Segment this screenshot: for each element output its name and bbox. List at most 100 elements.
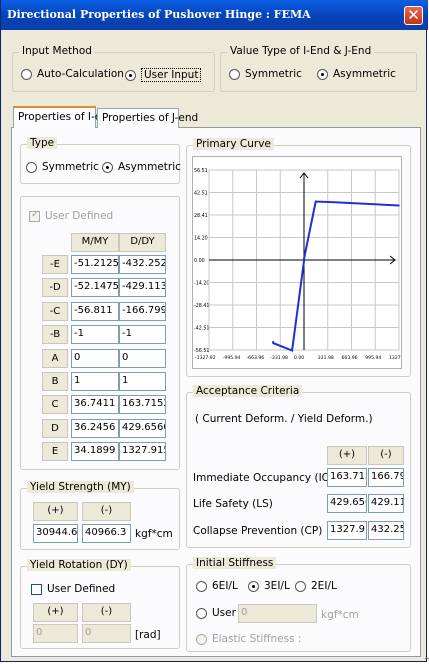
- acceptance-pos-input[interactable]: 1327.9150: [327, 521, 367, 540]
- radio-6ei-l[interactable]: 6EI/L: [196, 580, 238, 592]
- series-point: [272, 340, 274, 343]
- radio-button-selected-icon[interactable]: [248, 580, 259, 592]
- point-row-label: -C: [42, 302, 68, 321]
- y-tick-label: -14.20: [194, 281, 209, 287]
- x-tick-label: 663.96: [342, 355, 358, 361]
- user-defined-checkbox-row[interactable]: User Defined: [29, 209, 114, 222]
- point-d-dy-input[interactable]: 1327.9150: [119, 442, 166, 461]
- acceptance-pos-input[interactable]: 163.71520: [327, 468, 367, 487]
- point-d-dy-input[interactable]: 0: [119, 349, 166, 368]
- point-m-my-input[interactable]: 36.2456: [71, 419, 119, 438]
- point-row-label: -E: [42, 255, 68, 274]
- yield-strength-pos-header: (+): [33, 502, 78, 521]
- series-point: [398, 204, 400, 207]
- radio-button-icon[interactable]: [196, 580, 207, 592]
- type-group: Type Symmetric Asymmetric: [20, 137, 181, 184]
- point-d-dy-input[interactable]: 429.65601: [119, 419, 166, 438]
- point-row-label: A: [42, 349, 68, 368]
- radio-button-icon[interactable]: [229, 68, 240, 80]
- y-tick-label: 28.41: [194, 213, 208, 219]
- acceptance-neg-input[interactable]: 432.25243: [368, 521, 404, 540]
- radio-label: Symmetric: [42, 161, 99, 173]
- radio-auto-calculation[interactable]: Auto-Calculation: [21, 68, 124, 80]
- x-tick-label: 331.98: [318, 355, 334, 361]
- point-m-my-input[interactable]: 0: [71, 349, 119, 368]
- yield-strength-unit: kgf*cm: [135, 528, 173, 540]
- point-m-my-input[interactable]: 36.7411: [71, 395, 119, 414]
- radio-label: Asymmetric: [118, 161, 181, 173]
- acceptance-row-label: Immediate Occupancy (IO): [193, 472, 335, 484]
- input-method-legend: Input Method: [19, 45, 95, 57]
- yield-rotation-pos-input[interactable]: 0: [33, 624, 78, 643]
- radio-label: Symmetric: [245, 68, 302, 80]
- tab-properties-j-end[interactable]: Properties of J-end: [97, 108, 198, 128]
- radio-elastic-stiffness[interactable]: Elastic Stiffness :: [196, 633, 301, 645]
- x-tick-label: -995.94: [223, 355, 241, 361]
- window-title: Directional Properties of Pushover Hinge…: [7, 8, 311, 21]
- point-d-dy-input[interactable]: -166.79919: [119, 302, 166, 321]
- series-line: [272, 200, 400, 352]
- primary-curve-chart: 56.51 42.51 28.41 14.20 0.00 -14.20 -28.41 -42.…: [192, 156, 408, 369]
- acceptance-row-label: Life Safety (LS): [193, 498, 273, 510]
- point-d-dy-input[interactable]: 163.71520: [119, 395, 166, 414]
- series-point: [272, 342, 275, 344]
- point-m-my-input[interactable]: 1: [71, 372, 119, 391]
- close-button[interactable]: ✕: [404, 6, 423, 25]
- dialog-window: Directional Properties of Pushover Hinge…: [0, 0, 428, 662]
- radio-button-icon[interactable]: [26, 161, 37, 173]
- y-tick-label: 0.00: [194, 258, 205, 264]
- y-tick-label: 14.20: [194, 236, 208, 242]
- yield-strength-neg-input[interactable]: 40966.3: [82, 524, 131, 543]
- point-d-dy-input[interactable]: -432.25243: [119, 255, 166, 274]
- radio-label: Auto-Calculation: [37, 68, 124, 80]
- radio-2ei-l[interactable]: 2EI/L: [295, 580, 337, 592]
- acceptance-pos-input[interactable]: 429.65601: [327, 494, 367, 513]
- radio-button-selected-icon[interactable]: [317, 68, 328, 80]
- point-d-dy-input[interactable]: 1: [119, 372, 166, 391]
- yield-strength-pos-input[interactable]: 30944.6: [33, 524, 78, 543]
- radio-button-icon[interactable]: [21, 68, 32, 80]
- radio-button-selected-icon[interactable]: [102, 161, 113, 173]
- radio-user-input[interactable]: User Input: [125, 68, 202, 82]
- point-row-label: -B: [42, 325, 68, 344]
- acceptance-pos-header: (+): [327, 446, 367, 465]
- radio-type-symmetric[interactable]: Symmetric: [26, 161, 99, 173]
- x-tick-label: 0.00: [294, 355, 304, 361]
- tab-properties-i-end[interactable]: Properties of I-end: [13, 106, 115, 128]
- series-point: [314, 200, 317, 203]
- point-d-dy-input[interactable]: -1: [119, 325, 166, 344]
- title-bar: Directional Properties of Pushover Hinge…: [1, 0, 428, 30]
- radio-symmetric[interactable]: Symmetric: [229, 68, 302, 80]
- acceptance-neg-input[interactable]: 166.79919: [368, 468, 404, 487]
- checkbox-icon[interactable]: [29, 209, 40, 222]
- checkbox-icon[interactable]: [31, 583, 42, 595]
- radio-type-asymmetric[interactable]: Asymmetric: [102, 161, 181, 173]
- user-stiffness-input[interactable]: 0: [238, 604, 317, 623]
- point-m-my-input[interactable]: -52.1475: [71, 278, 119, 297]
- point-m-my-input[interactable]: 34.1899: [71, 442, 119, 461]
- radio-label: User Input: [141, 68, 202, 82]
- series-point: [291, 349, 293, 352]
- input-method-group: Input Method Auto-Calculation User Input: [12, 45, 215, 92]
- point-m-my-input[interactable]: -51.2125: [71, 255, 119, 274]
- column-header-m-my: M/MY: [71, 233, 119, 252]
- radio-button-icon[interactable]: [295, 580, 306, 592]
- acceptance-neg-input[interactable]: 429.11381: [368, 494, 404, 513]
- point-m-my-input[interactable]: -56.811: [71, 302, 119, 321]
- radio-label: Elastic Stiffness :: [212, 633, 302, 645]
- yield-rotation-user-defined-row[interactable]: User Defined: [31, 583, 115, 595]
- radio-asymmetric[interactable]: Asymmetric: [317, 68, 396, 80]
- radio-button-icon[interactable]: [196, 607, 207, 619]
- radio-button-disabled-icon[interactable]: [196, 633, 207, 645]
- radio-user-stiffness[interactable]: User: [196, 607, 236, 619]
- radio-3ei-l[interactable]: 3EI/L: [248, 580, 290, 592]
- radio-label: 2EI/L: [311, 580, 337, 592]
- point-m-my-input[interactable]: -1: [71, 325, 119, 344]
- point-d-dy-input[interactable]: -429.11381: [119, 278, 166, 297]
- radio-button-selected-icon[interactable]: [125, 69, 136, 81]
- yield-rotation-neg-input[interactable]: 0: [82, 624, 131, 643]
- yield-rotation-pos-header: (+): [33, 603, 78, 622]
- user-defined-label: User Defined: [45, 210, 114, 222]
- resize-grip-icon[interactable]: ↔: [425, 655, 429, 663]
- acceptance-criteria-legend: Acceptance Criteria: [193, 385, 303, 397]
